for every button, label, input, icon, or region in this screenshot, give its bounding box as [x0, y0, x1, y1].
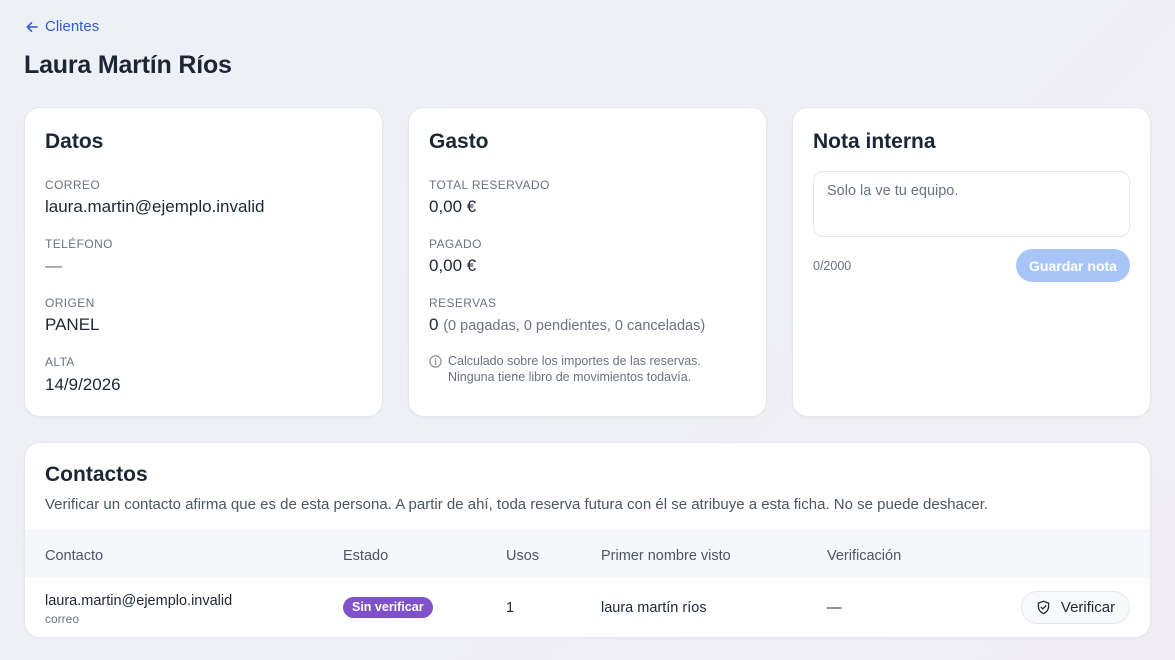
origin-value: PANEL — [45, 315, 100, 334]
contacts-table-header: Contacto Estado Usos Primer nombre visto… — [25, 530, 1150, 578]
note-char-count: 0/2000 — [813, 259, 852, 273]
bookings-breakdown: (0 pagadas, 0 pendientes, 0 canceladas) — [443, 318, 706, 334]
verification-value: — — [827, 600, 842, 616]
page-title: Laura Martín Ríos — [24, 51, 232, 79]
contactos-title: Contactos — [45, 463, 148, 486]
contact-value: laura.martin@ejemplo.invalid — [45, 593, 233, 609]
bookings-value: 0 (0 pagadas, 0 pendientes, 0 canceladas… — [429, 315, 705, 335]
column-contact: Contacto — [45, 548, 104, 564]
column-first-name: Primer nombre visto — [601, 548, 731, 564]
gasto-card: Gasto TOTAL RESERVADO 0,00 € PAGADO 0,00… — [408, 107, 767, 417]
datos-title: Datos — [45, 130, 104, 153]
nota-title: Nota interna — [813, 130, 936, 153]
back-link[interactable]: Clientes — [25, 18, 99, 35]
phone-value: — — [45, 256, 62, 275]
contactos-description: Verificar un contacto afirma que es de e… — [45, 496, 989, 513]
signup-date-label: ALTA — [45, 355, 75, 369]
email-value: laura.martin@ejemplo.invalid — [45, 197, 265, 216]
bookings-label: RESERVAS — [429, 296, 497, 310]
info-line-2: Ninguna tiene libro de movimientos todav… — [448, 370, 692, 384]
phone-label: TELÉFONO — [45, 237, 113, 251]
back-link-label: Clientes — [45, 18, 100, 35]
total-booked-value: 0,00 € — [429, 197, 477, 216]
contact-type: correo — [45, 612, 80, 626]
total-booked-label: TOTAL RESERVADO — [429, 178, 550, 192]
paid-label: PAGADO — [429, 237, 482, 251]
gasto-title: Gasto — [429, 130, 489, 153]
verify-button-label: Verificar — [1060, 599, 1116, 616]
bookings-count: 0 — [429, 315, 439, 334]
save-note-button[interactable]: Guardar nota — [1016, 249, 1130, 282]
paid-value: 0,00 € — [429, 256, 477, 275]
uses-value: 1 — [506, 600, 515, 616]
table-row: laura.martin@ejemplo.invalid correo Sin … — [25, 578, 1150, 637]
status-badge: Sin verificar — [343, 597, 433, 618]
first-name-value: laura martín ríos — [601, 600, 707, 616]
calculation-info: Calculado sobre los importes de las rese… — [429, 353, 701, 385]
column-status: Estado — [343, 548, 389, 564]
info-icon — [429, 355, 442, 368]
signup-date-value: 14/9/2026 — [45, 375, 121, 394]
note-textarea[interactable] — [813, 171, 1130, 237]
arrow-left-icon — [26, 21, 38, 32]
nota-card: Nota interna 0/2000 Guardar nota — [792, 107, 1151, 417]
origin-label: ORIGEN — [45, 296, 95, 310]
datos-card: Datos CORREO laura.martin@ejemplo.invali… — [24, 107, 383, 417]
verify-button[interactable]: Verificar — [1021, 591, 1130, 624]
shield-check-icon — [1037, 600, 1050, 615]
column-uses: Usos — [506, 548, 540, 564]
email-label: CORREO — [45, 178, 101, 192]
info-line-1: Calculado sobre los importes de las rese… — [448, 354, 701, 368]
contactos-card: Contactos Verificar un contacto afirma q… — [24, 442, 1151, 638]
column-verification: Verificación — [827, 548, 902, 564]
